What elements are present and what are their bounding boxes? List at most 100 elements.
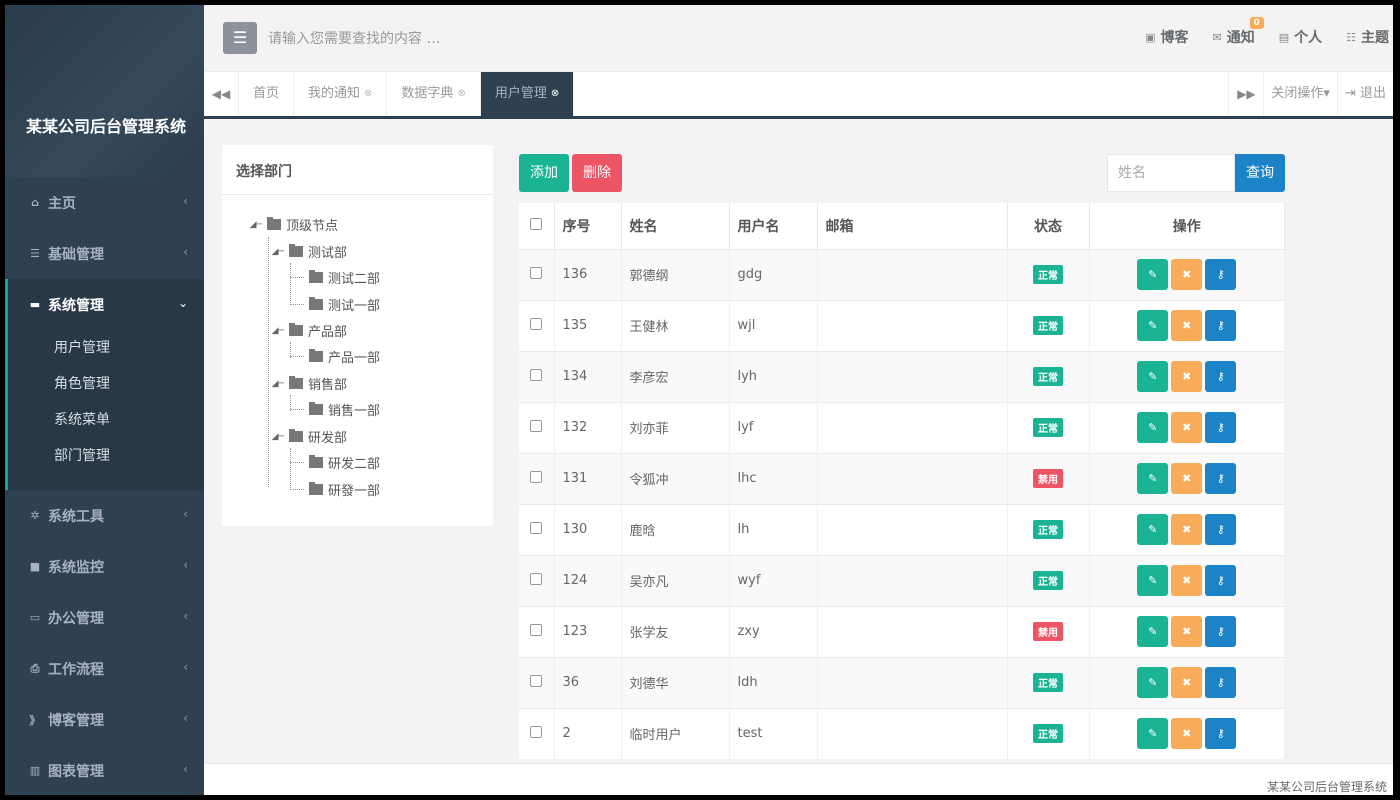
close-icon[interactable]: ⊗ <box>457 72 465 116</box>
sidebar-item-tools[interactable]: ✲ 系统工具 ‹ <box>5 490 204 541</box>
table-row[interactable]: 136 郭德纲 gdg 正常 ✎ ✖ ⚷ <box>519 248 1285 300</box>
tree-node[interactable]: 研发二部 <box>290 453 380 472</box>
search-input[interactable] <box>268 25 668 53</box>
table-row[interactable]: 124 吴亦凡 wyf 正常 ✎ ✖ ⚷ <box>519 554 1285 606</box>
row-checkbox[interactable] <box>530 725 543 738</box>
table-row[interactable]: 134 李彦宏 lyh 正常 ✎ ✖ ⚷ <box>519 350 1285 402</box>
row-checkbox[interactable] <box>530 521 543 534</box>
column-header-status[interactable]: 状态 <box>1007 203 1090 250</box>
sidebar-item-system[interactable]: ▬ 系统管理 ⌄ <box>8 279 204 330</box>
tree-node[interactable]: ◢─ 研发部 <box>266 427 347 446</box>
edit-icon[interactable]: ✎ <box>1137 565 1169 596</box>
logout-button[interactable]: ⇥ 退出 <box>1336 72 1393 116</box>
query-button[interactable]: 查询 <box>1235 154 1285 192</box>
key-icon[interactable]: ⚷ <box>1205 718 1237 750</box>
key-icon[interactable]: ⚷ <box>1205 361 1237 392</box>
collapse-icon[interactable]: ◢─ <box>266 379 284 389</box>
tree-node[interactable]: 测试二部 <box>290 268 380 287</box>
row-checkbox[interactable] <box>530 674 543 687</box>
key-icon[interactable]: ⚷ <box>1205 616 1237 647</box>
sidebar-item-basic[interactable]: ☰ 基础管理 ‹ <box>5 228 204 279</box>
remove-icon[interactable]: ✖ <box>1171 667 1203 698</box>
collapse-icon[interactable]: ◢─ <box>266 247 284 257</box>
sidebar-subitem-menus[interactable]: 系统菜单 <box>8 402 204 438</box>
remove-icon[interactable]: ✖ <box>1171 463 1203 494</box>
collapse-icon[interactable]: ◢─ <box>244 220 262 230</box>
remove-icon[interactable]: ✖ <box>1171 718 1203 750</box>
delete-button[interactable]: 删除 <box>572 154 622 192</box>
header-link-profile[interactable]: ▤ 个人 <box>1279 27 1322 47</box>
remove-icon[interactable]: ✖ <box>1171 514 1203 545</box>
tree-node[interactable]: 测试一部 <box>290 295 380 314</box>
edit-icon[interactable]: ✎ <box>1137 463 1169 494</box>
row-checkbox[interactable] <box>530 266 543 279</box>
remove-icon[interactable]: ✖ <box>1171 259 1203 290</box>
tree-node[interactable]: ◢─ 产品部 <box>266 321 347 340</box>
tab-my-notifications[interactable]: 我的通知 ⊗ <box>294 72 388 116</box>
row-checkbox[interactable] <box>530 317 543 330</box>
header-link-theme[interactable]: ☷ 主题 <box>1346 27 1389 47</box>
edit-icon[interactable]: ✎ <box>1137 718 1169 750</box>
key-icon[interactable]: ⚷ <box>1205 667 1237 698</box>
sidebar-item-workflow[interactable]: ⎙ 工作流程 ‹ <box>5 643 204 694</box>
row-checkbox[interactable] <box>530 368 543 381</box>
key-icon[interactable]: ⚷ <box>1205 412 1237 443</box>
column-header-email[interactable]: 邮箱 <box>817 203 1008 250</box>
table-row[interactable]: 130 鹿晗 lh 正常 ✎ ✖ ⚷ <box>519 503 1285 555</box>
tree-node[interactable]: ◢─ 销售部 <box>266 374 347 393</box>
table-row[interactable]: 135 王健林 wjl 正常 ✎ ✖ ⚷ <box>519 299 1285 351</box>
table-row[interactable]: 123 张学友 zxy 禁用 ✎ ✖ ⚷ <box>519 605 1285 657</box>
tree-node[interactable]: 研發一部 <box>290 480 380 499</box>
tab-home[interactable]: 首页 <box>239 72 295 116</box>
tab-scroll-right-button[interactable]: ▶▶ <box>1228 72 1263 116</box>
key-icon[interactable]: ⚷ <box>1205 259 1237 290</box>
edit-icon[interactable]: ✎ <box>1137 514 1169 545</box>
name-search-input[interactable] <box>1107 154 1235 192</box>
table-row[interactable]: 132 刘亦菲 lyf 正常 ✎ ✖ ⚷ <box>519 401 1285 453</box>
tree-node[interactable]: 销售一部 <box>290 400 380 419</box>
sidebar-item-blog[interactable]: 》 博客管理 ‹ <box>5 694 204 745</box>
column-header-name[interactable]: 姓名 <box>621 203 730 250</box>
tree-node-root[interactable]: ◢─ 顶级节点 <box>244 215 338 234</box>
key-icon[interactable]: ⚷ <box>1205 565 1237 596</box>
sidebar-subitem-users[interactable]: 用户管理 <box>8 330 204 366</box>
row-checkbox[interactable] <box>530 419 543 432</box>
edit-icon[interactable]: ✎ <box>1137 616 1169 647</box>
add-button[interactable]: 添加 <box>519 154 569 192</box>
sidebar-item-charts[interactable]: ▥ 图表管理 ‹ <box>5 745 204 795</box>
tab-dictionary[interactable]: 数据字典 ⊗ <box>387 72 481 116</box>
sidebar-subitem-roles[interactable]: 角色管理 <box>8 366 204 402</box>
column-header-username[interactable]: 用户名 <box>729 203 818 250</box>
edit-icon[interactable]: ✎ <box>1137 667 1169 698</box>
table-row[interactable]: 2 临时用户 test 正常 ✎ ✖ ⚷ <box>519 707 1285 759</box>
row-checkbox[interactable] <box>530 572 543 585</box>
header-link-notify[interactable]: ✉ 通知 0 <box>1213 17 1264 47</box>
collapse-icon[interactable]: ◢─ <box>266 432 284 442</box>
sidebar-item-home[interactable]: ⌂ 主页 ‹ <box>5 177 204 228</box>
tree-node[interactable]: 产品一部 <box>290 347 380 366</box>
sidebar-subitem-departments[interactable]: 部门管理 <box>8 438 204 474</box>
collapse-icon[interactable]: ◢─ <box>266 326 284 336</box>
remove-icon[interactable]: ✖ <box>1171 412 1203 443</box>
key-icon[interactable]: ⚷ <box>1205 463 1237 494</box>
remove-icon[interactable]: ✖ <box>1171 616 1203 647</box>
table-row[interactable]: 131 令狐冲 lhc 禁用 ✎ ✖ ⚷ <box>519 452 1285 504</box>
header-link-blog[interactable]: ▣ 博客 <box>1145 27 1188 47</box>
table-row[interactable]: 36 刘德华 ldh 正常 ✎ ✖ ⚷ <box>519 656 1285 708</box>
key-icon[interactable]: ⚷ <box>1205 514 1237 545</box>
close-icon[interactable]: ⊗ <box>364 72 372 116</box>
key-icon[interactable]: ⚷ <box>1205 310 1237 341</box>
menu-toggle-button[interactable]: ☰ <box>223 22 257 54</box>
tree-node[interactable]: ◢─ 测试部 <box>266 242 347 261</box>
remove-icon[interactable]: ✖ <box>1171 565 1203 596</box>
sidebar-item-monitor[interactable]: ■ 系统监控 ‹ <box>5 541 204 592</box>
remove-icon[interactable]: ✖ <box>1171 310 1203 341</box>
edit-icon[interactable]: ✎ <box>1137 412 1169 443</box>
tab-user-management[interactable]: 用户管理 ⊗ <box>480 72 575 116</box>
edit-icon[interactable]: ✎ <box>1137 259 1169 290</box>
row-checkbox[interactable] <box>530 623 543 636</box>
close-operations-dropdown[interactable]: 关闭操作▾ <box>1263 72 1337 116</box>
column-header-id[interactable]: 序号 <box>554 203 622 250</box>
sidebar-item-office[interactable]: ▭ 办公管理 ‹ <box>5 592 204 643</box>
edit-icon[interactable]: ✎ <box>1137 310 1169 341</box>
